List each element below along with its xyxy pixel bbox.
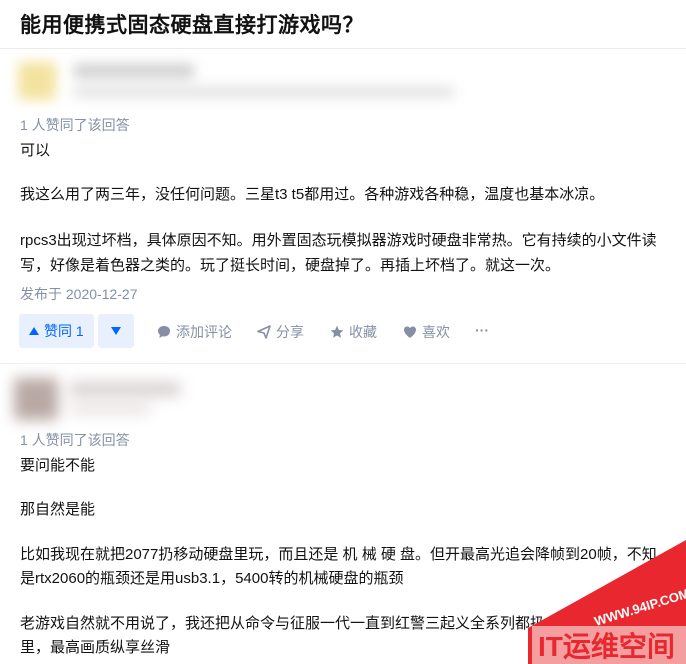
- answer-paragraph: 要问能不能: [20, 457, 96, 474]
- upvote-button[interactable]: 赞同 1: [19, 314, 94, 348]
- agree-count: 1 人赞同了该回答: [20, 117, 130, 133]
- like-button[interactable]: 喜欢: [403, 322, 450, 342]
- divider: [0, 363, 686, 364]
- answer-paragraph: 那自然是能: [20, 501, 96, 518]
- answer-paragraph: rpcs3出现过坏档，具体原因不知。用外置固态玩模拟器游戏时硬盘非常热。它有持续…: [20, 232, 657, 249]
- more-button[interactable]: ···: [475, 322, 489, 338]
- share-button[interactable]: 分享: [257, 322, 304, 342]
- question-title[interactable]: 能用便携式固态硬盘直接打游戏吗？: [20, 9, 364, 39]
- answer-paragraph: 写，好像是着色器之类的。玩了挺长时间，硬盘掉了。再插上坏档了。就这一次。: [20, 257, 561, 274]
- author-info-blurred: [10, 372, 210, 426]
- watermark-logo: WWW.94IP.COM IT运维空间: [528, 540, 686, 664]
- triangle-up-icon: [29, 327, 39, 335]
- share-icon: [257, 325, 271, 339]
- star-icon: [330, 325, 344, 338]
- answer-paragraph: 可以: [20, 142, 51, 159]
- watermark-brand: IT运维空间: [538, 630, 675, 662]
- triangle-down-icon: [110, 327, 121, 335]
- answer-paragraph: 我这么用了两三年，没任何问题。三星t3 t5都用过。各种游戏各种稳，温度也基本冰…: [20, 186, 605, 203]
- downvote-button[interactable]: [97, 314, 134, 348]
- divider: [0, 48, 686, 49]
- avatar[interactable]: [14, 378, 58, 420]
- comment-button[interactable]: 添加评论: [157, 322, 232, 342]
- vote-group: 赞同 1: [19, 314, 134, 348]
- agree-count: 1 人赞同了该回答: [20, 432, 130, 448]
- heart-icon: [404, 326, 416, 338]
- favorite-button[interactable]: 收藏: [330, 322, 377, 342]
- comment-icon: [158, 326, 170, 338]
- author-info-blurred: [12, 58, 462, 108]
- avatar[interactable]: [18, 62, 56, 100]
- more-icon: ···: [475, 322, 489, 338]
- publish-date[interactable]: 发布于 2020-12-27: [20, 284, 138, 304]
